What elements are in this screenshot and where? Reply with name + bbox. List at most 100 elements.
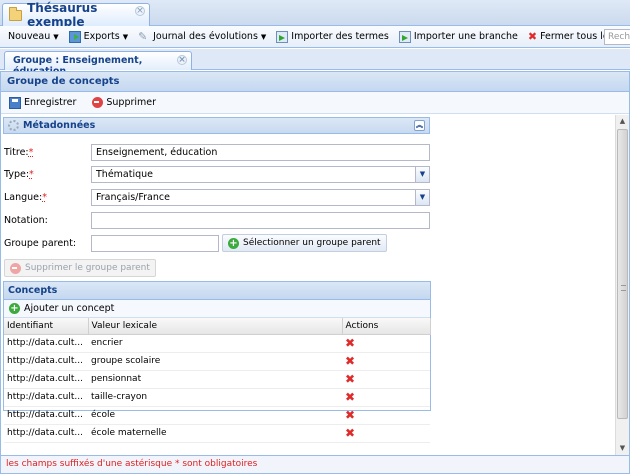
groupe-panel: Groupe de concepts Enregistrer Supprimer… [0, 71, 630, 474]
delete-label: Supprimer [106, 97, 157, 108]
cell-valeur: encrier [88, 334, 342, 353]
cell-identifiant: http://data.cult... [4, 388, 88, 407]
scroll-down-icon[interactable]: ▼ [616, 442, 629, 455]
type-row: Type:* Thématique ▼ [4, 165, 430, 183]
save-icon [9, 96, 21, 109]
cell-valeur: école maternelle [88, 424, 342, 443]
langue-label: Langue:* [4, 191, 47, 203]
add-concept-button[interactable]: + Ajouter un concept [7, 299, 116, 319]
langue-row: Langue:* Français/France ▼ [4, 188, 430, 206]
importer-branche-button[interactable]: Importer une branche [395, 27, 522, 47]
exports-label: Exports [83, 31, 120, 42]
delete-button[interactable]: Supprimer [80, 93, 160, 113]
concepts-panel: Concepts + Ajouter un concept Identifian… [3, 281, 431, 443]
search-input[interactable]: Rech [604, 29, 630, 45]
form-scroll-area: Métadonnées ︽ Titre:* Enseignement, éduc… [1, 115, 629, 455]
gear-icon [8, 120, 19, 131]
dropdown-arrow-icon: ▼ [260, 32, 267, 41]
add-icon: + [9, 303, 20, 314]
parent-label: Groupe parent: [4, 237, 77, 249]
importer-branche-label: Importer une branche [413, 31, 518, 42]
titre-label: Titre:* [4, 146, 34, 158]
import-icon [398, 30, 411, 43]
table-row[interactable]: http://data.cult... école ✖ [4, 406, 430, 425]
select-parent-label: Sélectionner un groupe parent [243, 238, 381, 248]
delete-row-icon[interactable]: ✖ [345, 408, 355, 422]
metadata-header[interactable]: Métadonnées ︽ [3, 117, 430, 134]
vertical-scrollbar[interactable]: ▲ ▼ [615, 115, 629, 455]
type-select[interactable]: Thématique ▼ [91, 165, 430, 183]
langue-select[interactable]: Français/France ▼ [91, 188, 430, 206]
table-row[interactable]: http://data.cult... école maternelle ✖ [4, 424, 430, 443]
close-icon[interactable]: × [177, 55, 187, 65]
close-icon: ✖ [527, 30, 538, 43]
chevron-down-icon[interactable]: ▼ [415, 166, 429, 182]
scrollbar-thumb[interactable] [617, 129, 628, 419]
remove-parent-row: Supprimer le groupe parent [4, 259, 156, 277]
dropdown-arrow-icon: ▼ [53, 32, 59, 41]
notation-field[interactable] [91, 211, 430, 229]
remove-parent-button[interactable]: Supprimer le groupe parent [4, 259, 156, 277]
journal-label: Journal des évolutions [153, 31, 258, 42]
table-row[interactable]: http://data.cult... groupe scolaire ✖ [4, 352, 430, 371]
close-icon[interactable]: × [135, 6, 145, 16]
concepts-toolbar: + Ajouter un concept [4, 300, 430, 318]
cell-identifiant: http://data.cult... [4, 334, 88, 353]
cell-valeur: école [88, 406, 342, 425]
scroll-up-icon[interactable]: ▲ [616, 115, 629, 128]
exports-menu-button[interactable]: Exports ▼ [65, 27, 132, 47]
delete-row-icon[interactable]: ✖ [345, 336, 355, 350]
importer-termes-button[interactable]: Importer des termes [272, 27, 393, 47]
table-row[interactable]: http://data.cult... taille-crayon ✖ [4, 388, 430, 407]
column-header-valeur[interactable]: Valeur lexicale [88, 318, 343, 335]
delete-row-icon[interactable]: ✖ [345, 426, 355, 440]
journal-menu-button[interactable]: ✎ Journal des évolutions ▼ [134, 27, 270, 47]
import-icon [276, 30, 289, 43]
titre-row: Titre:* Enseignement, éducation [4, 143, 430, 161]
nouveau-menu-button[interactable]: Nouveau ▼ [4, 27, 63, 47]
add-concept-label: Ajouter un concept [24, 303, 115, 314]
outer-tab-strip: Thésaurus exemple × [0, 0, 630, 29]
required-fields-note: les champs suffixés d'une astérisque * s… [1, 455, 629, 473]
concepts-title: Concepts [4, 282, 430, 300]
add-icon: + [228, 237, 239, 249]
cell-identifiant: http://data.cult... [4, 424, 88, 443]
remove-icon [10, 262, 21, 274]
cell-identifiant: http://data.cult... [4, 370, 88, 389]
delete-row-icon[interactable]: ✖ [345, 390, 355, 404]
type-label: Type:* [4, 168, 34, 180]
remove-parent-label: Supprimer le groupe parent [25, 263, 150, 273]
notation-label: Notation: [4, 214, 48, 226]
chevron-down-icon[interactable]: ▼ [415, 189, 429, 205]
select-parent-button[interactable]: + Sélectionner un groupe parent [222, 234, 387, 252]
save-button[interactable]: Enregistrer [5, 93, 80, 113]
delete-row-icon[interactable]: ✖ [345, 372, 355, 386]
table-row[interactable]: http://data.cult... encrier ✖ [4, 334, 430, 353]
delete-icon [92, 97, 104, 108]
save-label: Enregistrer [24, 97, 77, 108]
folder-icon [9, 6, 23, 21]
delete-row-icon[interactable]: ✖ [345, 354, 355, 368]
notation-row: Notation: [4, 211, 430, 229]
parent-row: Groupe parent: + Sélectionner un groupe … [4, 234, 387, 252]
panel-toolbar: Enregistrer Supprimer [1, 92, 629, 114]
column-header-actions[interactable]: Actions [342, 318, 431, 335]
tab-thesaurus[interactable]: Thésaurus exemple × [2, 1, 150, 29]
titre-field[interactable]: Enseignement, éducation [91, 143, 430, 161]
metadata-title: Métadonnées [23, 120, 96, 131]
type-value: Thématique [96, 168, 154, 180]
collapse-icon[interactable]: ︽ [414, 120, 425, 131]
tab-groupe[interactable]: Groupe : Enseignement, éducation × [4, 51, 192, 77]
inner-tab-strip: Groupe : Enseignement, éducation × [0, 49, 630, 77]
column-header-identifiant[interactable]: Identifiant [4, 318, 89, 335]
main-toolbar: Nouveau ▼ Exports ▼ ✎ Journal des évolutio… [0, 26, 630, 48]
parent-field[interactable] [91, 234, 219, 252]
cell-identifiant: http://data.cult... [4, 352, 88, 371]
concepts-table: Identifiant Valeur lexicale Actions http… [4, 318, 431, 443]
table-header-row: Identifiant Valeur lexicale Actions [4, 318, 431, 335]
cell-valeur: groupe scolaire [88, 352, 342, 371]
table-row[interactable]: http://data.cult... pensionnat ✖ [4, 370, 430, 389]
pencil-icon: ✎ [138, 29, 148, 43]
nouveau-label: Nouveau [8, 31, 51, 42]
tab-thesaurus-label: Thésaurus exemple [27, 1, 98, 29]
